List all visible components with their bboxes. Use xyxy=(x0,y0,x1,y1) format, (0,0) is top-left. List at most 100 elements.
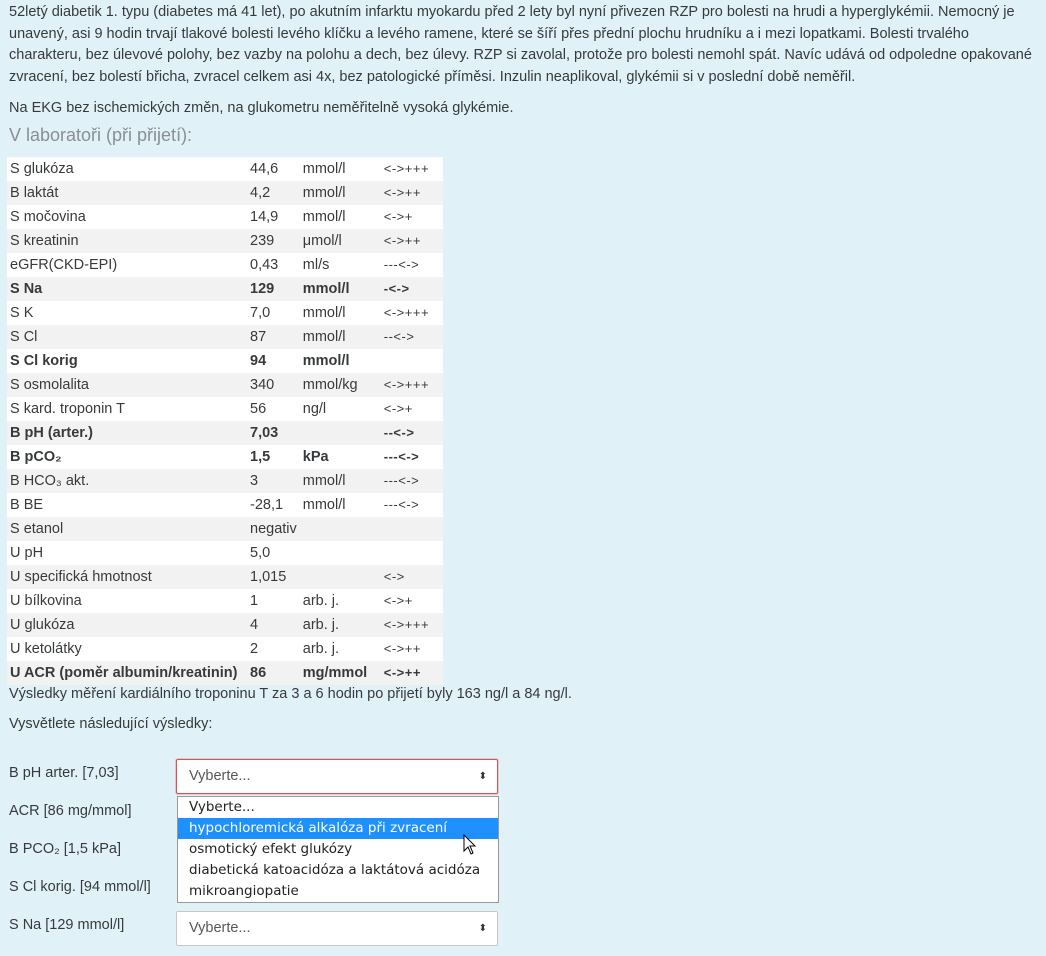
lab-row: U specifická hmotnost 1,015 <-> xyxy=(7,565,443,589)
lab-row: U ACR (poměr albumin/kreatinin) 86 mg/mmol… xyxy=(7,661,443,685)
lab-flag: <->+++ xyxy=(380,301,443,325)
select-arrows-icon: ⬍ xyxy=(478,771,487,782)
explain-prompt: Vysvětlete následující výsledky: xyxy=(9,716,213,732)
lab-value: 3 xyxy=(247,469,300,493)
select-dropdown-list[interactable]: Vyberte... hypochloremická alkalóza při z… xyxy=(177,796,499,903)
lab-value: 340 xyxy=(247,373,300,397)
lab-name: S kard. troponin T xyxy=(7,397,247,421)
lab-flag: -<-> xyxy=(380,277,443,301)
lab-unit: mmol/kg xyxy=(299,373,381,397)
lab-value: 44,6 xyxy=(247,157,300,181)
lab-value: 7,0 xyxy=(247,301,300,325)
lab-name: U glukóza xyxy=(7,613,247,637)
lab-unit: mmol/l xyxy=(299,349,381,373)
answer-select-ph[interactable]: Vyberte... ⬍ xyxy=(176,759,498,794)
lab-results-table: S glukóza 44,6 mmol/l <->+++ B laktát 4,2 mmol… xyxy=(7,157,443,685)
lab-value: 86 xyxy=(247,661,300,685)
lab-flag: <->++ xyxy=(380,229,443,253)
lab-flag: <->+++ xyxy=(380,373,443,397)
lab-name: S Cl korig xyxy=(7,349,247,373)
lab-row: S Cl 87 mmol/l --<-> xyxy=(7,325,443,349)
lab-row: eGFR(CKD-EPI) 0,43 ml/s ---<-> xyxy=(7,253,443,277)
lab-unit: mmol/l xyxy=(299,205,381,229)
lab-flag: <->++ xyxy=(380,181,443,205)
lab-value: 0,43 xyxy=(247,253,300,277)
lab-unit: mmol/l xyxy=(299,301,381,325)
lab-value: 94 xyxy=(247,349,300,373)
lab-flag: <->+ xyxy=(380,397,443,421)
lab-flag: --<-> xyxy=(380,325,443,349)
lab-value: 1,015 xyxy=(247,565,300,589)
lab-unit xyxy=(299,541,381,565)
lab-name: B laktát xyxy=(7,181,247,205)
troponin-note: Výsledky měření kardiálního troponinu T … xyxy=(9,686,572,702)
lab-flag: --<-> xyxy=(380,421,443,445)
lab-row: B BE -28,1 mmol/l ---<-> xyxy=(7,493,443,517)
dropdown-option[interactable]: mikroangiopatie xyxy=(178,881,498,902)
lab-value: 7,03 xyxy=(247,421,300,445)
lab-row: B pH (arter.) 7,03 --<-> xyxy=(7,421,443,445)
lab-row: U ketolátky 2 arb. j. <->++ xyxy=(7,637,443,661)
lab-row: S osmolalita 340 mmol/kg <->+++ xyxy=(7,373,443,397)
lab-unit: arb. j. xyxy=(299,637,381,661)
lab-row: S K 7,0 mmol/l <->+++ xyxy=(7,301,443,325)
lab-unit: mmol/l xyxy=(299,157,381,181)
lab-flag: ---<-> xyxy=(380,445,443,469)
lab-value: 4,2 xyxy=(247,181,300,205)
lab-name: S Na xyxy=(7,277,247,301)
select-value: Vyberte... xyxy=(189,920,251,936)
lab-flag: ---<-> xyxy=(380,469,443,493)
lab-name: U ACR (poměr albumin/kreatinin) xyxy=(7,661,247,685)
lab-name: B pH (arter.) xyxy=(7,421,247,445)
lab-row: S kreatinin 239 μmol/l <->++ xyxy=(7,229,443,253)
lab-row: B HCO₃ akt. 3 mmol/l ---<-> xyxy=(7,469,443,493)
lab-value: 239 xyxy=(247,229,300,253)
mouse-pointer-icon xyxy=(463,834,477,855)
lab-unit: mmol/l xyxy=(299,325,381,349)
lab-name: U specifická hmotnost xyxy=(7,565,247,589)
lab-name: S K xyxy=(7,301,247,325)
lab-unit xyxy=(299,517,381,541)
lab-value: 87 xyxy=(247,325,300,349)
lab-unit xyxy=(299,421,381,445)
lab-value: 2 xyxy=(247,637,300,661)
lab-name: S etanol xyxy=(7,517,247,541)
ekg-note: Na EKG bez ischemických změn, na glukome… xyxy=(9,100,514,116)
lab-value: 4 xyxy=(247,613,300,637)
lab-row: S Na 129 mmol/l -<-> xyxy=(7,277,443,301)
lab-unit: ng/l xyxy=(299,397,381,421)
question-label-pco2: B PCO₂ [1,5 kPa] xyxy=(9,841,122,857)
dropdown-option[interactable]: osmotický efekt glukózy xyxy=(178,839,498,860)
answer-select-na[interactable]: Vyberte... ⬍ xyxy=(176,911,498,946)
lab-flag: ---<-> xyxy=(380,253,443,277)
dropdown-option[interactable]: hypochloremická alkalóza při zvracení xyxy=(178,818,498,839)
lab-row: S glukóza 44,6 mmol/l <->+++ xyxy=(7,157,443,181)
lab-row: S močovina 14,9 mmol/l <->+ xyxy=(7,205,443,229)
case-description: 52letý diabetik 1. typu (diabetes má 41 … xyxy=(9,2,1039,89)
lab-value: 5,0 xyxy=(247,541,300,565)
lab-flag: <->++ xyxy=(380,637,443,661)
question-label-acr: ACR [86 mg/mmol] xyxy=(9,803,132,819)
lab-unit: mmol/l xyxy=(299,493,381,517)
lab-value: 1,5 xyxy=(247,445,300,469)
lab-name: U bílkovina xyxy=(7,589,247,613)
lab-flag: <->+ xyxy=(380,205,443,229)
lab-name: B HCO₃ akt. xyxy=(7,469,247,493)
lab-flag xyxy=(380,541,443,565)
lab-name: U pH xyxy=(7,541,247,565)
lab-flag xyxy=(380,349,443,373)
lab-unit: mmol/l xyxy=(299,469,381,493)
lab-value: negativ xyxy=(247,517,300,541)
dropdown-option[interactable]: Vyberte... xyxy=(178,797,498,818)
lab-unit: kPa xyxy=(299,445,381,469)
select-arrows-icon: ⬍ xyxy=(478,923,487,934)
lab-flag: ---<-> xyxy=(380,493,443,517)
lab-unit: arb. j. xyxy=(299,613,381,637)
lab-unit: mmol/l xyxy=(299,277,381,301)
lab-row: B pCO₂ 1,5 kPa ---<-> xyxy=(7,445,443,469)
lab-row: S etanol negativ xyxy=(7,517,443,541)
lab-flag: <->+++ xyxy=(380,613,443,637)
lab-flag xyxy=(380,517,443,541)
question-label-na: S Na [129 mmol/l] xyxy=(9,917,125,933)
dropdown-option[interactable]: diabetická katoacidóza a laktátová acidó… xyxy=(178,860,498,881)
